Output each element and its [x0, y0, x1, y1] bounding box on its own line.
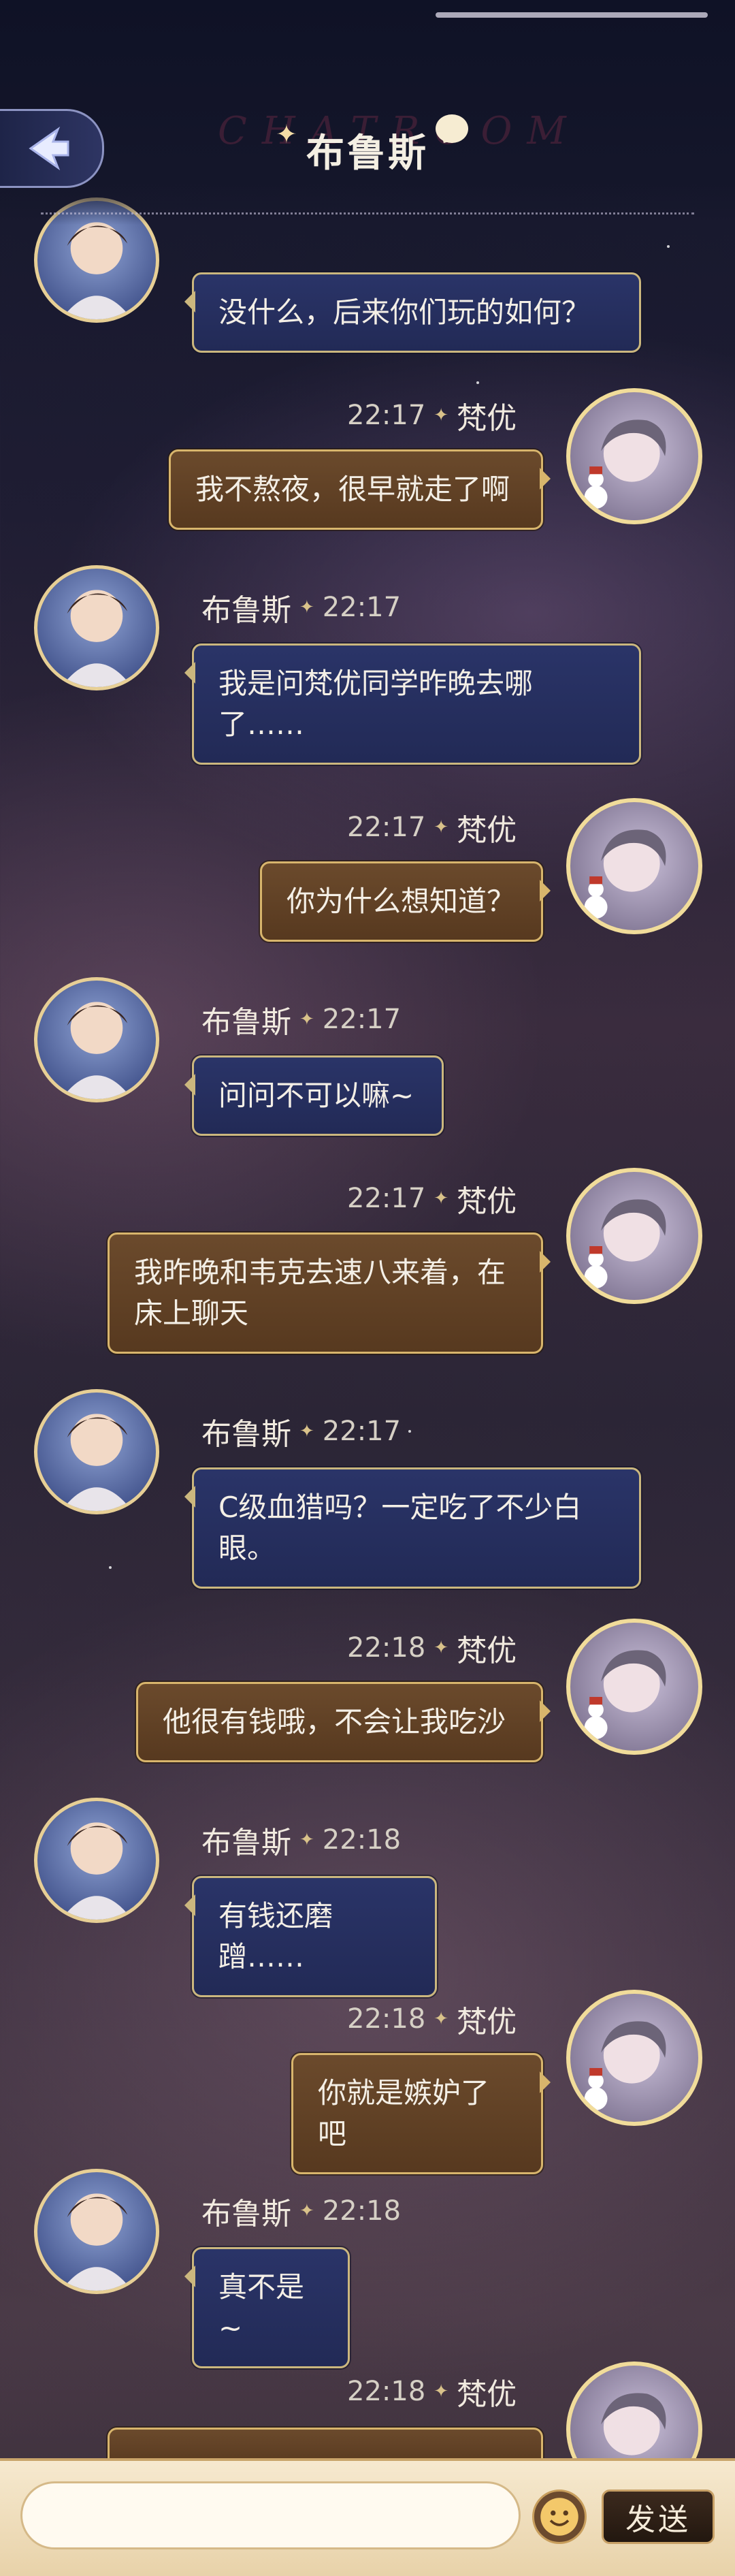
- avatar-fanyou[interactable]: [566, 1168, 702, 1304]
- sender-name: 布鲁斯: [201, 1005, 291, 1040]
- smiley-icon: [540, 2498, 578, 2536]
- message-header: 22:18 ✦ 梵优: [347, 1627, 517, 1668]
- message-bubble: 问问不可以嘛~: [184, 1055, 444, 1136]
- sparkle: [476, 381, 479, 384]
- sender-name: 梵优: [457, 1184, 517, 1219]
- message-bubble: 他很有钱哦，不会让我吃沙: [136, 1682, 551, 1762]
- header-divider: [41, 212, 694, 214]
- avatar-bruce[interactable]: [34, 2169, 159, 2294]
- chat-header: CHATROOM ✦ 布鲁斯: [0, 0, 735, 225]
- message-bubble: 我昨晚和韦克去速八来着，在床上聊天: [108, 1233, 551, 1354]
- message-time: 22:18: [322, 2195, 402, 2227]
- chat-input-bar: 发送: [0, 2458, 735, 2576]
- sparkle: [667, 245, 670, 248]
- message-text: 我不熬夜，很早就走了啊: [195, 473, 510, 506]
- message-time: 22:18: [347, 2003, 426, 2035]
- message-text: C级血猎吗？一定吃了不少白眼。: [218, 1491, 582, 1565]
- message-header: 22:18 ✦ 梵优: [347, 1999, 517, 2039]
- message-text: 我是问梵优同学昨晚去哪了……: [218, 667, 534, 741]
- message-bubble: 我不熬夜，很早就走了啊: [169, 449, 551, 530]
- sparkle: [408, 1430, 411, 1433]
- message-header: 布鲁斯 ✦ 22:18: [201, 1819, 401, 1860]
- message-text: 我昨晚和韦克去速八来着，在床上聊天: [134, 1256, 506, 1330]
- send-button[interactable]: 发送: [602, 2490, 715, 2544]
- avatar-bruce[interactable]: [34, 1389, 159, 1514]
- avatar-fanyou[interactable]: [566, 1990, 702, 2126]
- message-time: 22:17: [347, 400, 426, 431]
- message-bubble: 你就是嫉妒了吧: [291, 2053, 551, 2174]
- message-time: 22:17: [347, 812, 426, 843]
- message-header: 布鲁斯 ✦ 22:17: [201, 587, 401, 628]
- avatar-bruce[interactable]: [34, 565, 159, 690]
- avatar-fanyou[interactable]: [566, 798, 702, 934]
- message-time: 22:17: [322, 592, 402, 623]
- avatar-bruce[interactable]: [34, 977, 159, 1102]
- message-input[interactable]: [20, 2481, 521, 2549]
- message-text: 有钱还磨蹭……: [218, 1899, 333, 1973]
- message-text: 你为什么想知道？: [287, 885, 516, 918]
- sender-name: 布鲁斯: [201, 593, 291, 628]
- message-bubble: 真不是~: [184, 2247, 350, 2368]
- message-text: 你就是嫉妒了吧: [318, 2076, 490, 2150]
- avatar-bruce[interactable]: [34, 1798, 159, 1923]
- sender-name: 梵优: [457, 401, 517, 436]
- message-header: 22:18 ✦ 梵优: [347, 2371, 517, 2412]
- message-header: 布鲁斯 ✦ 22:17: [201, 1411, 401, 1452]
- chat-bubble-icon: [436, 114, 468, 143]
- sender-name: 梵优: [457, 2377, 517, 2412]
- avatar-fanyou[interactable]: [566, 1619, 702, 1755]
- message-time: 22:17: [322, 1004, 402, 1035]
- message-bubble: C级血猎吗？一定吃了不少白眼。: [184, 1467, 641, 1589]
- message-bubble: 你为什么想知道？: [260, 861, 551, 942]
- message-header: 布鲁斯 ✦ 22:17: [201, 999, 401, 1040]
- message-time: 22:18: [347, 1632, 426, 1664]
- message-bubble: 有钱还磨蹭……: [184, 1876, 437, 1997]
- message-text: 他很有钱哦，不会让我吃沙: [163, 1705, 506, 1738]
- sender-name: 梵优: [457, 2005, 517, 2039]
- sender-name: 布鲁斯: [201, 1417, 291, 1452]
- message-time: 22:18: [347, 2376, 426, 2407]
- sender-name: 梵优: [457, 1634, 517, 1668]
- message-header: 22:17 ✦ 梵优: [347, 1178, 517, 1219]
- message-header: 22:17 ✦ 梵优: [347, 395, 517, 436]
- avatar-fanyou[interactable]: [566, 388, 702, 524]
- message-bubble: 没什么，后来你们玩的如何？: [184, 272, 641, 353]
- message-text: 真不是~: [218, 2270, 305, 2344]
- message-header: 布鲁斯 ✦ 22:18: [201, 2191, 401, 2231]
- sender-name: 梵优: [457, 813, 517, 848]
- chat-title: 布鲁斯: [306, 131, 429, 176]
- message-text: 问问不可以嘛~: [218, 1079, 414, 1112]
- emoji-button[interactable]: [532, 2490, 587, 2544]
- message-header: 22:17 ✦ 梵优: [347, 807, 517, 848]
- message-bubble: 我是问梵优同学昨晚去哪了……: [184, 643, 641, 765]
- sender-name: 布鲁斯: [201, 2197, 291, 2231]
- sender-name: 布鲁斯: [201, 1826, 291, 1860]
- message-time: 22:17: [322, 1416, 402, 1447]
- message-time: 22:18: [322, 1824, 402, 1856]
- sparkle: [109, 1566, 112, 1569]
- message-time: 22:17: [347, 1183, 426, 1214]
- message-text: 没什么，后来你们玩的如何？: [218, 296, 591, 329]
- status-bar: [436, 12, 708, 18]
